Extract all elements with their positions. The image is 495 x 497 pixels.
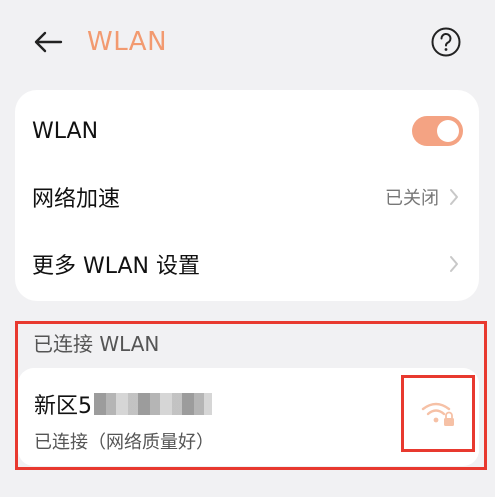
network-acceleration-label: 网络加速 [32,187,121,212]
wifi-signal-highlight[interactable] [401,375,475,452]
network-name-text: 新区5 [34,394,92,419]
chevron-right-icon [447,252,461,276]
wlan-toggle[interactable] [412,116,463,146]
page-title: WLAN [87,27,168,57]
wlan-label: WLAN [32,118,99,144]
more-wlan-settings-row[interactable]: 更多 WLAN 设置 [15,230,479,298]
question-circle-icon [431,27,461,57]
wifi-locked-icon [421,402,454,426]
network-acceleration-value: 已关闭 [385,188,439,209]
back-arrow-icon [34,31,63,53]
wlan-toggle-row[interactable]: WLAN [15,97,479,165]
chevron-right-icon [447,185,461,209]
help-button[interactable] [426,22,466,62]
more-wlan-settings-label: 更多 WLAN 设置 [32,254,201,279]
back-button[interactable] [28,22,68,62]
toggle-knob [437,120,459,142]
redacted-network-name [94,393,212,415]
network-acceleration-row[interactable]: 网络加速 已关闭 [15,163,479,231]
network-status: 已连接（网络质量好） [34,432,214,453]
app-header: WLAN [0,0,495,82]
connected-section-title: 已连接 WLAN [33,332,160,356]
settings-card: WLAN 网络加速 已关闭 更多 WLAN 设置 [15,90,479,301]
network-name: 新区5 [34,388,212,420]
